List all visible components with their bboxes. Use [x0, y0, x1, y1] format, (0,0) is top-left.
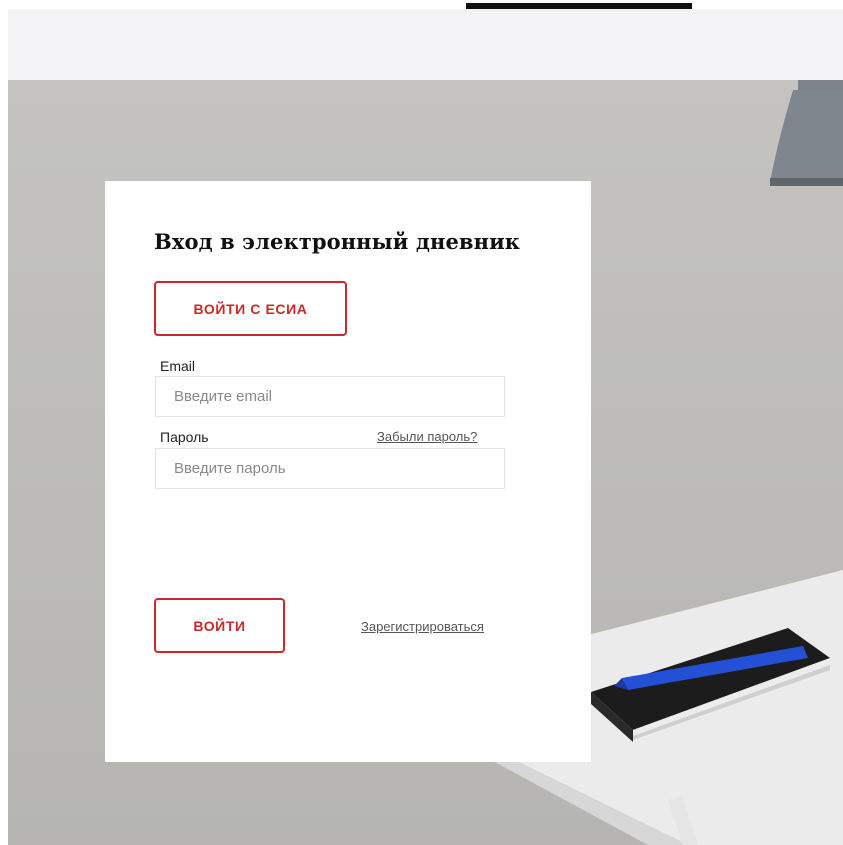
email-input[interactable] — [155, 376, 505, 417]
login-card: Вход в электронный дневник Войти с ЕСИА … — [105, 181, 591, 762]
lamp-rim — [770, 178, 843, 186]
login-submit-button[interactable]: Войти — [154, 598, 285, 653]
password-label: Пароль — [160, 429, 209, 445]
register-link[interactable]: Зарегистрироваться — [361, 619, 484, 634]
lamp-icon — [770, 90, 843, 182]
password-input[interactable] — [155, 448, 505, 489]
login-page: Вход в электронный дневник Войти с ЕСИА … — [0, 0, 843, 845]
top-header-bar — [8, 9, 843, 80]
email-label: Email — [160, 358, 196, 374]
page-title: Вход в электронный дневник — [154, 229, 521, 254]
forgot-password-link[interactable]: Забыли пароль? — [377, 429, 477, 444]
esia-login-button[interactable]: Войти с ЕСИА — [154, 281, 347, 336]
header-accent-bar — [466, 3, 692, 9]
